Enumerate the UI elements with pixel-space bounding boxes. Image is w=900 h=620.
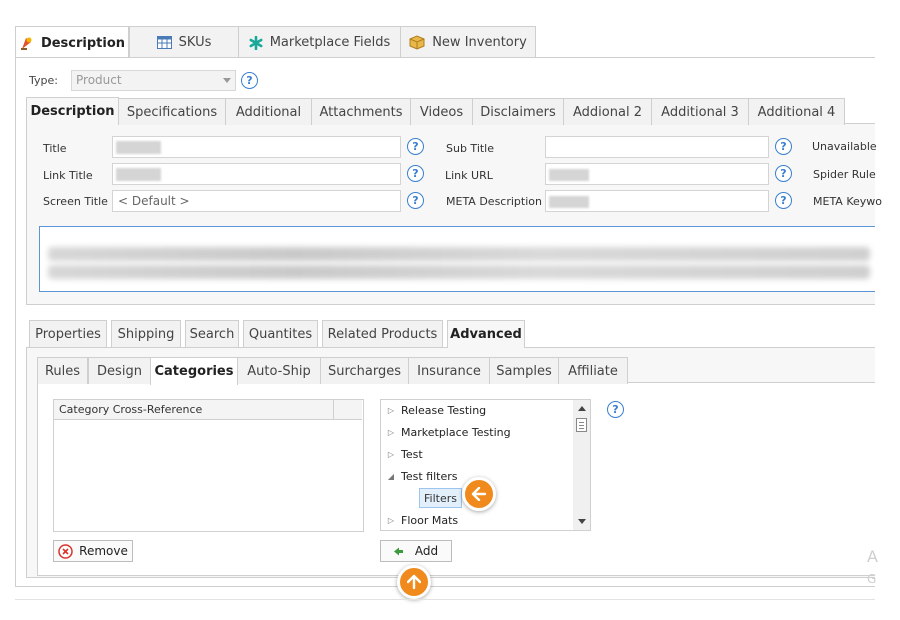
asterisk-icon (249, 35, 263, 50)
category-tree[interactable]: ▷ Release Testing ▷ Marketplace Testing … (380, 399, 591, 531)
sub-title-input[interactable] (545, 136, 769, 158)
redacted-value (116, 141, 161, 154)
grid-icon (156, 36, 172, 49)
subtab-design[interactable]: Design (88, 357, 151, 384)
link-url-input[interactable] (545, 163, 769, 185)
screen-title-label: Screen Title (43, 195, 108, 208)
type-help-icon[interactable]: ? (241, 72, 258, 89)
screen-title-help-icon[interactable]: ? (407, 192, 424, 209)
arrow-left-icon (393, 547, 403, 556)
type-select[interactable]: Product (71, 70, 236, 91)
meta-description-label: META Description (446, 195, 542, 208)
chevron-down-icon (223, 78, 231, 83)
type-select-value: Product (76, 73, 122, 87)
redacted-text-line (48, 247, 870, 261)
redacted-value (549, 196, 589, 208)
subtab-auto-ship[interactable]: Auto-Ship (237, 357, 321, 384)
expand-arrow-icon[interactable]: ▷ (381, 450, 401, 459)
description-icon (19, 36, 34, 51)
subtab-addional-2[interactable]: Addional 2 (563, 98, 652, 125)
tab-description[interactable]: Description (15, 26, 129, 59)
expand-arrow-icon[interactable]: ▷ (381, 428, 401, 437)
description-textarea[interactable] (39, 226, 875, 292)
tree-item[interactable]: ▷ Floor Mats (381, 510, 571, 530)
screen-title-input[interactable]: < Default > (112, 190, 401, 212)
category-cross-reference-list[interactable]: Category Cross-Reference (53, 399, 364, 532)
tree-scrollbar[interactable] (573, 400, 590, 530)
add-button[interactable]: Add (380, 540, 452, 562)
list-column-header-end (334, 400, 362, 420)
subtab-categories[interactable]: Categories (150, 357, 238, 385)
link-title-label: Link Title (43, 169, 93, 182)
remove-icon (58, 543, 73, 559)
expand-arrow-icon[interactable]: ▷ (381, 406, 401, 415)
tree-item[interactable]: ▷ Test (381, 444, 571, 464)
tree-item[interactable]: ▷ Marketplace Testing (381, 422, 571, 442)
unavailable-label: Unavailable (812, 140, 877, 153)
tab-advanced[interactable]: Advanced (447, 320, 525, 348)
tab-skus[interactable]: SKUs (129, 26, 239, 58)
subtab-additional-4[interactable]: Additional 4 (748, 98, 845, 125)
meta-description-help-icon[interactable]: ? (775, 192, 792, 209)
bottom-divider (15, 599, 875, 600)
link-url-label: Link URL (445, 169, 493, 182)
subtab-insurance[interactable]: Insurance (408, 357, 490, 384)
meta-keywords-label: META Keywo (813, 195, 882, 208)
scroll-thumb[interactable] (576, 418, 587, 432)
link-title-help-icon[interactable]: ? (407, 165, 424, 182)
tab-quantites[interactable]: Quantites (243, 320, 318, 347)
collapse-arrow-icon[interactable]: ◢ (381, 472, 401, 481)
callout-arrow-up-icon (397, 565, 431, 599)
scroll-down-icon[interactable] (578, 519, 586, 524)
subtab-affiliate[interactable]: Affiliate (558, 357, 628, 384)
title-label: Title (43, 142, 67, 155)
subtab-specifications[interactable]: Specifications (118, 98, 226, 125)
tab-shipping[interactable]: Shipping (111, 320, 181, 347)
subtab-disclaimers[interactable]: Disclaimers (472, 98, 564, 125)
redacted-value (116, 168, 161, 181)
link-url-help-icon[interactable]: ? (775, 165, 792, 182)
categories-help-icon[interactable]: ? (607, 401, 624, 418)
subtab-rules[interactable]: Rules (37, 357, 88, 384)
remove-button[interactable]: Remove (53, 540, 133, 562)
box-icon (409, 35, 425, 50)
list-column-header[interactable]: Category Cross-Reference (54, 400, 334, 420)
subtab-additional[interactable]: Additional (225, 98, 312, 125)
tab-marketplace-fields[interactable]: Marketplace Fields (238, 26, 401, 58)
tab-search[interactable]: Search (185, 320, 239, 347)
subtab-additional-3[interactable]: Additional 3 (651, 98, 749, 125)
link-title-input[interactable] (112, 163, 401, 185)
subtab-surcharges[interactable]: Surcharges (320, 357, 409, 384)
subtab-attachments[interactable]: Attachments (311, 98, 411, 125)
subtab-description[interactable]: Description (26, 97, 119, 125)
title-input[interactable] (112, 136, 401, 158)
edge-fragment: A (867, 547, 878, 566)
tab-related-products[interactable]: Related Products (322, 320, 443, 347)
scroll-up-icon[interactable] (578, 406, 586, 411)
tab-new-inventory[interactable]: New Inventory (400, 26, 536, 58)
redacted-value (549, 169, 589, 181)
redacted-text-line (48, 265, 870, 279)
expand-arrow-icon[interactable]: ▷ (381, 516, 401, 525)
edge-fragment: G (867, 572, 877, 586)
spider-rule-label: Spider Rule (813, 168, 876, 181)
sub-title-label: Sub Title (446, 142, 495, 155)
subtab-samples[interactable]: Samples (489, 357, 559, 384)
tab-properties[interactable]: Properties (29, 320, 107, 347)
tree-item-selected[interactable]: Filters (419, 488, 462, 508)
type-label: Type: (29, 74, 58, 87)
sub-title-help-icon[interactable]: ? (775, 138, 792, 155)
subtab-videos[interactable]: Videos (410, 98, 473, 125)
meta-description-input[interactable] (545, 190, 769, 212)
title-help-icon[interactable]: ? (407, 138, 424, 155)
callout-arrow-left-icon (462, 477, 496, 511)
tree-item[interactable]: ▷ Release Testing (381, 400, 571, 420)
